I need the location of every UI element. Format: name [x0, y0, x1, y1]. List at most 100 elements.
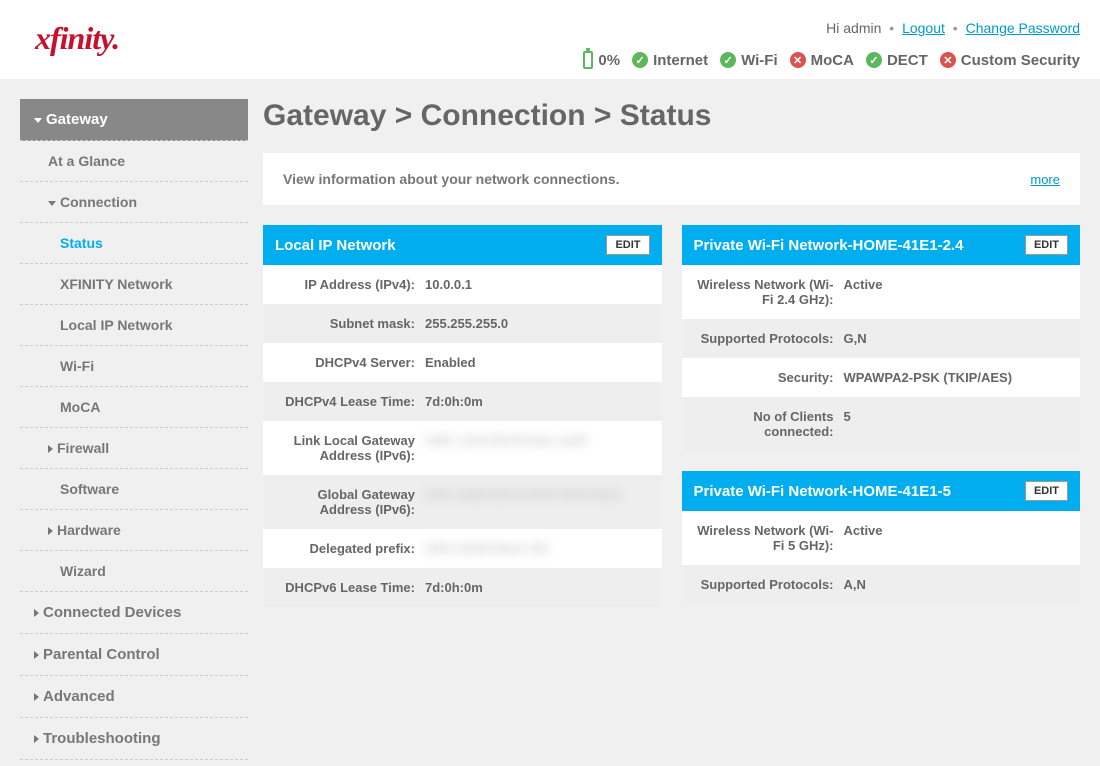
row-label: DHCPv6 Lease Time:	[275, 580, 415, 595]
panel-local-ip: Local IP NetworkEDITIP Address (IPv4):10…	[263, 225, 662, 607]
row-label: Supported Protocols:	[694, 331, 834, 346]
info-box: View information about your network conn…	[263, 153, 1080, 205]
row-value: 5	[844, 409, 851, 424]
battery-percent: 0%	[598, 52, 620, 69]
sidebar-item-label: Hardware	[57, 522, 121, 538]
row-value: 2001:0db8:85a3:0000:0000:8a2e	[425, 487, 622, 502]
sidebar-item-label: Gateway	[46, 111, 108, 128]
status-item-dect: ✓ DECT	[866, 52, 928, 69]
info-text: View information about your network conn…	[283, 171, 620, 187]
status-label: Wi-Fi	[741, 52, 778, 69]
check-icon: ✓	[720, 52, 736, 68]
sidebar-item-wizard[interactable]: Wizard	[20, 551, 248, 592]
panel-title: Private Wi-Fi Network-HOME-41E1-5	[694, 483, 951, 500]
table-row: Link Local Gateway Address (IPv6):fe80::…	[263, 421, 662, 475]
table-row: DHCPv4 Server:Enabled	[263, 343, 662, 382]
sidebar-item-gateway[interactable]: Gateway	[20, 99, 248, 141]
sidebar-item-xfinity-network[interactable]: XFINITY Network	[20, 264, 248, 305]
sidebar-item-label: XFINITY Network	[60, 276, 173, 292]
sidebar: Gateway At a Glance ConnectionStatus XFINIT…	[20, 99, 248, 760]
row-value: 7d:0h:0m	[425, 580, 483, 595]
row-label: Security:	[694, 370, 834, 385]
sidebar-item-advanced[interactable]: Advanced	[20, 676, 248, 718]
table-row: Wireless Network (Wi-Fi 5 GHz):Active	[682, 511, 1081, 565]
panels-wrap: Local IP NetworkEDITIP Address (IPv4):10…	[263, 225, 1080, 607]
edit-button[interactable]: EDIT	[606, 235, 649, 255]
panel-wifi-5: Private Wi-Fi Network-HOME-41E1-5 EDIT Wir…	[682, 471, 1081, 604]
row-label: Wireless Network (Wi-Fi 2.4 GHz):	[694, 277, 834, 307]
main: Gateway At a Glance ConnectionStatus XFINIT…	[0, 79, 1100, 760]
sidebar-item-connected-devices[interactable]: Connected Devices	[20, 592, 248, 634]
separator: •	[953, 20, 958, 36]
row-label: IP Address (IPv4):	[275, 277, 415, 292]
content: Gateway > Connection > Status View infor…	[263, 99, 1080, 760]
row-value: A,N	[844, 577, 866, 592]
status-item-moca: ✕MoCA	[790, 52, 854, 69]
check-icon: ✓	[866, 52, 882, 68]
edit-button[interactable]: EDIT	[1025, 481, 1068, 501]
edit-button[interactable]: EDIT	[1025, 235, 1068, 255]
left-column: Local IP NetworkEDITIP Address (IPv4):10…	[263, 225, 662, 607]
table-row: No of Clients connected: 5	[682, 397, 1081, 451]
status-row: 0% ✓Internet✓Wi-Fi✕MoCA✓DECT✕Custom Secu…	[583, 51, 1080, 69]
sidebar-item-wi-fi[interactable]: Wi-Fi	[20, 346, 248, 387]
chevron-right-icon	[48, 527, 53, 535]
table-row: Global Gateway Address (IPv6): 2001:0db8:…	[263, 475, 662, 529]
status-label: Internet	[653, 52, 708, 69]
separator: •	[889, 20, 894, 36]
row-label: Global Gateway Address (IPv6):	[275, 487, 415, 517]
chevron-right-icon	[48, 445, 53, 453]
logout-link[interactable]: Logout	[902, 20, 945, 36]
status-label: DECT	[887, 52, 928, 69]
row-label: Delegated prefix:	[275, 541, 415, 556]
sidebar-item-connection[interactable]: Connection	[20, 182, 248, 223]
panel-header: Local IP NetworkEDIT	[263, 225, 662, 265]
sidebar-item-software[interactable]: Software	[20, 469, 248, 510]
table-row: DHCPv6 Lease Time: 7d:0h:0m	[263, 568, 662, 607]
status-label: MoCA	[811, 52, 854, 69]
sidebar-item-troubleshooting[interactable]: Troubleshooting	[20, 718, 248, 760]
sidebar-item-hardware[interactable]: Hardware	[20, 510, 248, 551]
sidebar-item-local-ip-network[interactable]: Local IP Network	[20, 305, 248, 346]
sidebar-item-label: At a Glance	[48, 153, 125, 169]
panel-header: Private Wi-Fi Network-HOME-41E1-5 EDIT	[682, 471, 1081, 511]
row-value: WPAWPA2-PSK (TKIP/AES)	[844, 370, 1013, 385]
table-row: Wireless Network (Wi-Fi 2.4 GHz): Active	[682, 265, 1081, 319]
row-label: Subnet mask:	[275, 316, 415, 331]
more-link[interactable]: more	[1030, 172, 1060, 187]
chevron-down-icon	[48, 201, 56, 206]
battery-status: 0%	[583, 51, 620, 69]
row-label: Wireless Network (Wi-Fi 5 GHz):	[694, 523, 834, 553]
greeting-text: Hi admin	[826, 20, 881, 36]
sidebar-item-at-a-glance[interactable]: At a Glance	[20, 141, 248, 182]
sidebar-item-label: Local IP Network	[60, 317, 173, 333]
row-value: G,N	[844, 331, 867, 346]
table-row: IP Address (IPv4):10.0.0.1	[263, 265, 662, 304]
panel-wifi-24: Private Wi-Fi Network-HOME-41E1-2.4EDITW…	[682, 225, 1081, 451]
x-icon: ✕	[940, 52, 956, 68]
sidebar-item-label: Wizard	[60, 563, 106, 579]
row-value: Active	[844, 277, 883, 292]
table-row: Security: WPAWPA2-PSK (TKIP/AES)	[682, 358, 1081, 397]
sidebar-item-label: Connected Devices	[43, 604, 181, 621]
row-value: 255.255.255.0	[425, 316, 508, 331]
page-title: Gateway > Connection > Status	[263, 99, 1080, 133]
header: xfinity Hi admin • Logout • Change Passw…	[0, 0, 1100, 79]
sidebar-item-parental-control[interactable]: Parental Control	[20, 634, 248, 676]
user-row: Hi admin • Logout • Change Password	[583, 20, 1080, 36]
row-label: DHCPv4 Lease Time:	[275, 394, 415, 409]
sidebar-item-label: Troubleshooting	[43, 730, 161, 747]
table-row: Supported Protocols: A,N	[682, 565, 1081, 604]
row-label: DHCPv4 Server:	[275, 355, 415, 370]
sidebar-item-label: Parental Control	[43, 646, 160, 663]
row-label: No of Clients connected:	[694, 409, 834, 439]
sidebar-item-status[interactable]: Status	[20, 223, 248, 264]
battery-icon	[583, 51, 593, 69]
sidebar-item-label: Advanced	[43, 688, 115, 705]
row-label: Supported Protocols:	[694, 577, 834, 592]
sidebar-item-moca[interactable]: MoCA	[20, 387, 248, 428]
sidebar-item-firewall[interactable]: Firewall	[20, 428, 248, 469]
change-password-link[interactable]: Change Password	[966, 20, 1080, 36]
chevron-right-icon	[34, 609, 39, 617]
sidebar-item-label: Firewall	[57, 440, 109, 456]
